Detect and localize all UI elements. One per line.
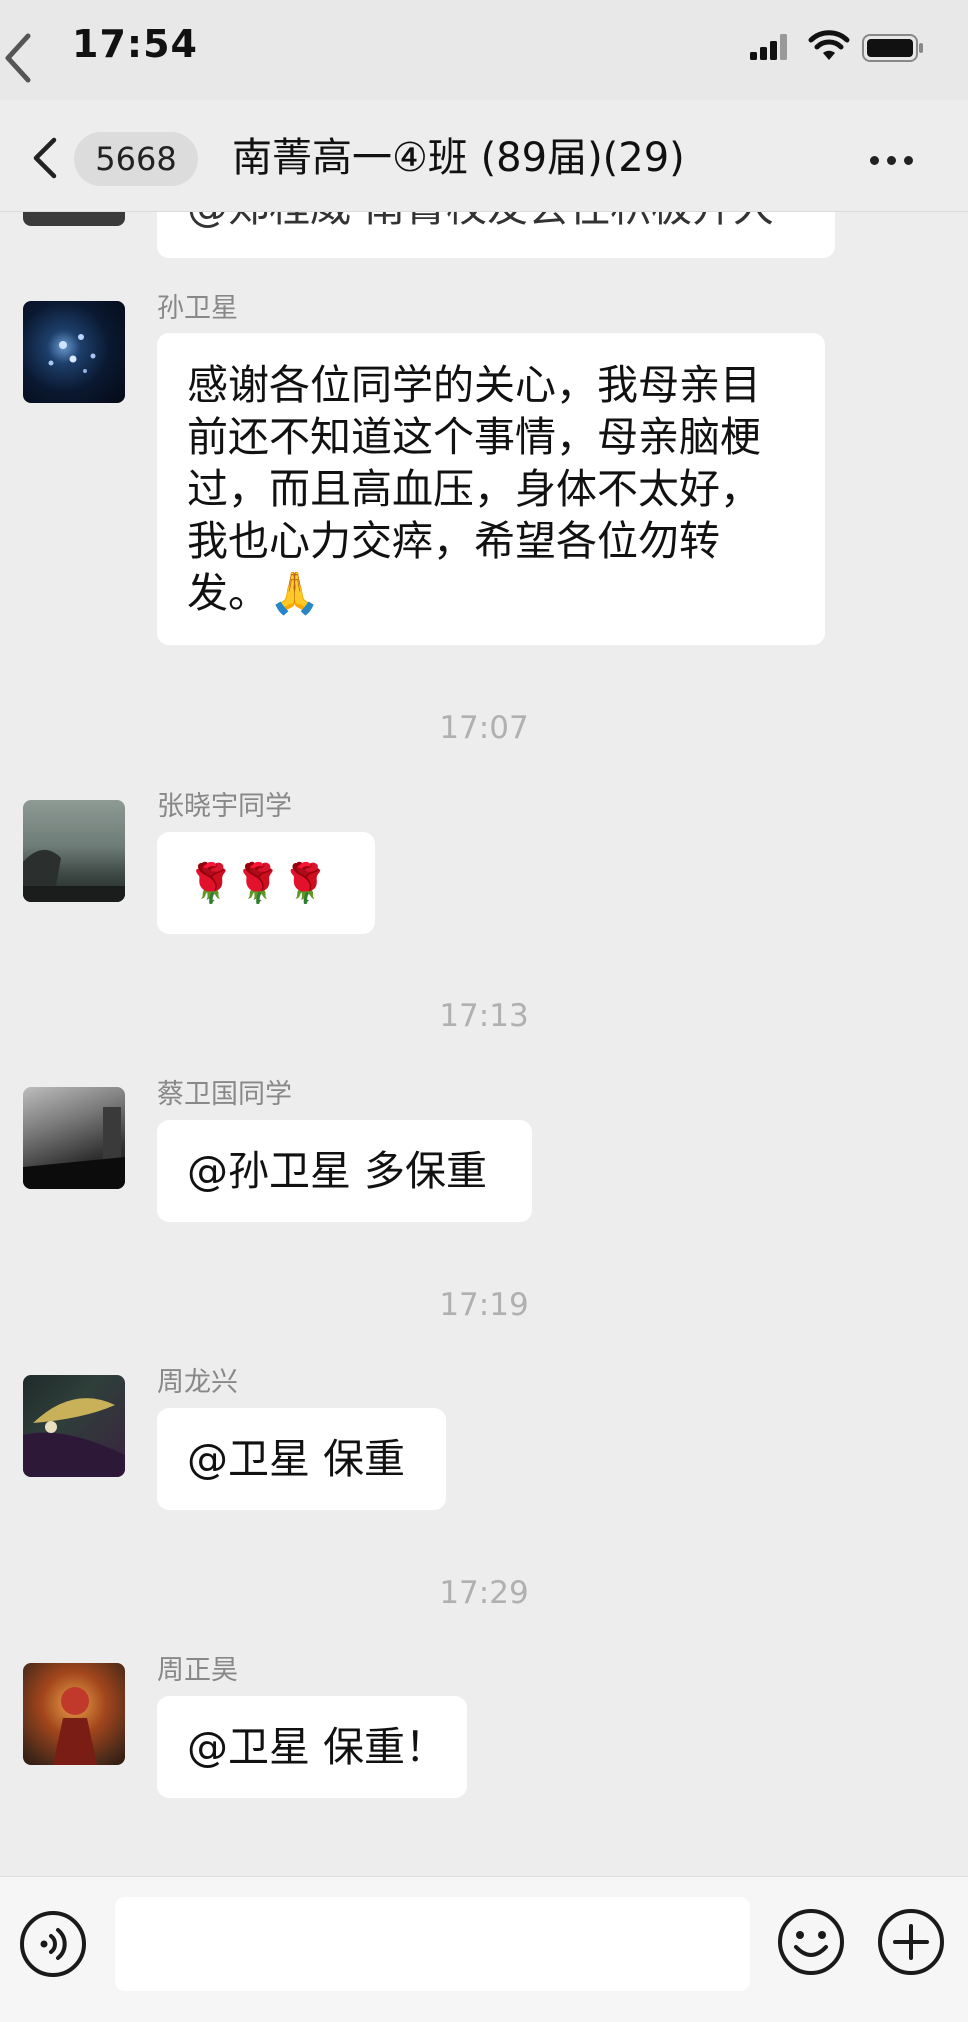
message-bubble[interactable]: @孙卫星 多保重 (157, 1120, 532, 1222)
cellular-signal-icon (750, 34, 790, 64)
partial-message-text: @郑程威 南菁校友会往积极开大 (187, 212, 774, 233)
status-time: 17:54 (72, 22, 198, 66)
message-bubble[interactable]: @卫星 保重 (157, 1408, 446, 1510)
avatar[interactable] (23, 1087, 125, 1189)
emoji-icon[interactable] (776, 1907, 846, 1977)
message-input[interactable] (115, 1897, 750, 1991)
wifi-icon (808, 30, 850, 66)
chat-title: 南菁高一④班 (89届)(29) (232, 135, 685, 181)
message-text: @卫星 保重！ (187, 1723, 447, 1771)
sender-name: 张晓宇同学 (157, 791, 292, 822)
message-text: @孙卫星 多保重 (187, 1147, 488, 1195)
plus-icon[interactable] (876, 1907, 946, 1977)
message-text: 感谢各位同学的关心，我母亲目 前还不知道这个事情，母亲脑梗 过，而且高血压，身体… (187, 359, 761, 619)
sender-name: 周龙兴 (157, 1367, 238, 1398)
system-back-icon[interactable] (0, 28, 40, 88)
message-timestamp: 17:19 (439, 1287, 529, 1323)
message-line: 感谢各位同学的关心，我母亲目 (187, 361, 761, 409)
message-line: 发。🙏 (187, 569, 321, 617)
message-text: @卫星 保重 (187, 1435, 406, 1483)
message-timestamp: 17:29 (439, 1575, 529, 1611)
partial-message-bubble[interactable]: @郑程威 南菁校友会往积极开大 (157, 212, 835, 258)
avatar[interactable] (23, 1375, 125, 1477)
battery-icon (862, 34, 924, 66)
avatar[interactable] (23, 800, 125, 902)
message-text: 🌹🌹🌹 (187, 861, 329, 905)
message-bubble[interactable]: 感谢各位同学的关心，我母亲目 前还不知道这个事情，母亲脑梗 过，而且高血压，身体… (157, 333, 825, 645)
sender-name: 蔡卫国同学 (157, 1079, 292, 1110)
unread-count-badge[interactable]: 5668 (74, 132, 198, 186)
message-timestamp: 17:13 (439, 998, 529, 1034)
partial-avatar[interactable] (23, 212, 125, 226)
voice-icon[interactable] (18, 1909, 88, 1979)
message-line: 我也心力交瘁，希望各位勿转 (187, 517, 720, 565)
message-timestamp: 17:07 (439, 710, 529, 746)
message-bubble[interactable]: @卫星 保重！ (157, 1696, 467, 1798)
more-options-icon[interactable] (870, 150, 930, 170)
avatar[interactable] (23, 1663, 125, 1765)
message-line: 过，而且高血压，身体不太好， (187, 465, 761, 513)
sender-name: 孙卫星 (157, 293, 238, 324)
sender-name: 周正昊 (157, 1655, 238, 1686)
back-chevron-icon[interactable] (28, 130, 64, 186)
message-bubble[interactable]: 🌹🌹🌹 (157, 832, 375, 934)
message-line: 前还不知道这个事情，母亲脑梗 (187, 413, 761, 461)
avatar[interactable] (23, 301, 125, 403)
